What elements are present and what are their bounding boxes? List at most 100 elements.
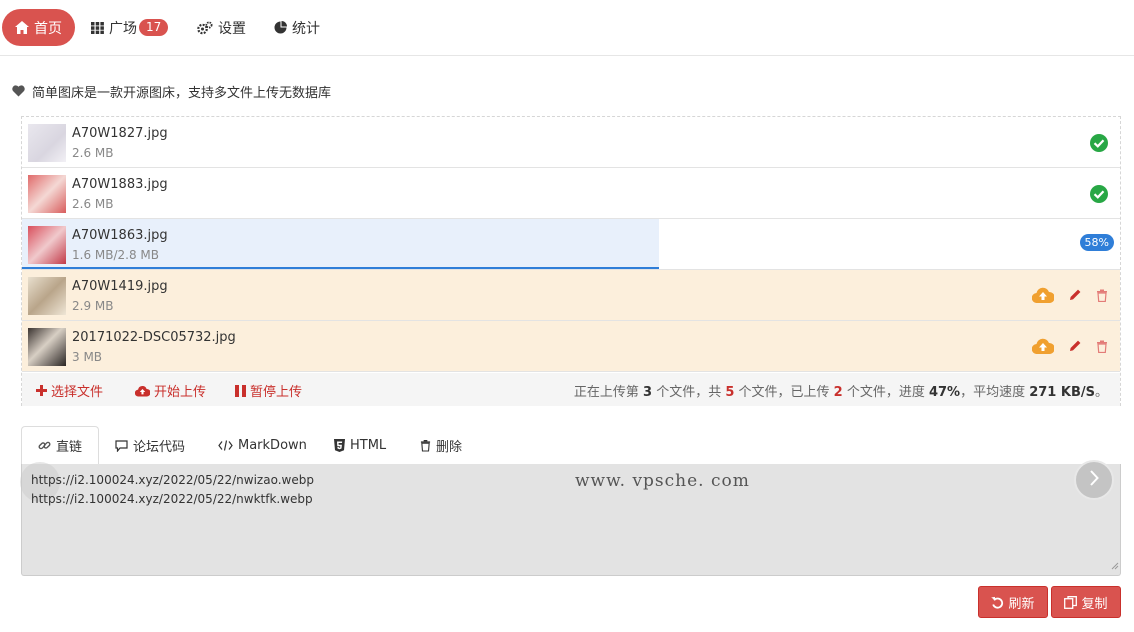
stats-text: 个文件，进度 [842,385,929,400]
stats-current: 3 [643,385,653,400]
file-thumbnail [28,328,66,366]
file-size: 1.6 MB/2.8 MB [72,248,160,262]
home-icon [15,21,29,34]
file-thumbnail [28,124,66,162]
link-icon [38,439,51,452]
chevron-right-icon [1089,470,1099,490]
file-actions [1031,287,1108,307]
start-upload-label: 开始上传 [154,385,207,400]
copy-icon [1064,595,1078,609]
output-link-line: https://i2.100024.xyz/2022/05/22/nwizao.… [31,473,314,487]
intro-text: 简单图床是一款开源图床，支持多文件上传无数据库 [32,85,332,101]
file-row-pending: 20171022-DSC05732.jpg 3 MB [22,321,1120,372]
trash-icon [420,439,431,452]
pause-upload-button[interactable]: 暂停上传 [235,381,302,400]
heart-icon [12,85,25,97]
file-actions [1031,338,1108,358]
copy-button[interactable]: 复制 [1051,586,1121,618]
carousel-next-button[interactable] [1074,460,1114,500]
output-format-tabs: 直链 论坛代码 MarkDown HTML 删除 [21,426,1121,465]
grid-icon [91,21,104,34]
check-circle-icon [1090,185,1108,207]
tab-label: 论坛代码 [133,440,186,455]
stats-text: 个文件，已上传 [734,385,834,400]
tab-label: 直链 [56,440,83,455]
nav-label-square: 广场 [109,20,137,37]
file-row-uploading: A70W1863.jpg 1.6 MB/2.8 MB 58% [22,219,1120,270]
copy-label: 复制 [1081,596,1108,612]
nav-item-settings[interactable]: 设置 [197,9,246,46]
top-nav: 首页 广场 17 设置 统计 [0,0,1134,56]
trash-icon[interactable] [1096,340,1108,357]
nav-item-square[interactable]: 广场 17 [91,9,169,46]
stats-speed: 271 KB/S [1029,385,1095,400]
nav-item-stats[interactable]: 统计 [274,9,320,46]
pie-chart-icon [274,21,287,34]
start-upload-button[interactable]: 开始上传 [135,381,206,400]
tab-forum-code[interactable]: 论坛代码 [99,426,201,465]
upload-stats: 正在上传第 3 个文件，共 5 个文件，已上传 2 个文件，进度 47%，平均速… [574,381,1108,400]
pause-icon [235,384,246,397]
cloud-upload-icon[interactable] [1031,287,1055,307]
file-row-pending: A70W1419.jpg 2.9 MB [22,270,1120,321]
link-output-textarea[interactable]: https://i2.100024.xyz/2022/05/22/nwizao.… [20,460,1121,576]
tab-label: HTML [350,438,387,453]
edit-pencil-icon[interactable] [1068,339,1082,357]
cloud-upload-icon [135,385,150,397]
refresh-icon [991,596,1004,609]
file-thumbnail [28,175,66,213]
file-name: A70W1883.jpg [72,177,168,192]
code-icon [218,440,233,451]
resize-handle-icon[interactable] [1111,559,1119,574]
file-name: A70W1827.jpg [72,126,168,141]
refresh-label: 刷新 [1008,596,1035,612]
choose-files-label: 选择文件 [51,385,104,400]
stats-progress: 47% [928,385,961,400]
file-thumbnail [28,226,66,264]
intro-notice: 简单图床是一款开源图床，支持多文件上传无数据库 [12,82,332,101]
nav-label-home: 首页 [34,20,62,37]
gears-icon [197,21,213,35]
stats-text: 。 [1094,385,1108,400]
upload-toolbar: 选择文件 开始上传 暂停上传 正在上传第 3 个文件，共 5 个文件，已上传 2… [22,373,1120,406]
tab-markdown[interactable]: MarkDown [202,426,323,465]
stats-text: ，平均速度 [960,385,1030,400]
progress-percent-badge: 58% [1079,234,1114,251]
edit-pencil-icon[interactable] [1068,288,1082,306]
file-name: A70W1863.jpg [72,228,168,243]
html5-icon [334,439,345,452]
upload-file-list: A70W1827.jpg 2.6 MB A70W1883.jpg 2.6 MB … [21,116,1121,406]
pause-upload-label: 暂停上传 [250,385,303,400]
output-link-line: https://i2.100024.xyz/2022/05/22/nwktfk.… [31,492,313,506]
tab-delete[interactable]: 删除 [404,426,478,465]
square-count-badge: 17 [139,19,169,36]
check-circle-icon [1090,134,1108,156]
file-size: 3 MB [72,350,103,364]
plus-icon [36,385,47,396]
file-row: A70W1827.jpg 2.6 MB [22,117,1120,168]
cloud-upload-icon[interactable] [1031,338,1055,358]
watermark-text: www. vpsche. com [575,471,750,491]
file-size: 2.6 MB [72,197,114,211]
choose-files-button[interactable]: 选择文件 [36,381,103,400]
tab-label: 删除 [436,440,463,455]
file-row: A70W1883.jpg 2.6 MB [22,168,1120,219]
nav-label-stats: 统计 [292,20,320,37]
file-name: 20171022-DSC05732.jpg [72,330,236,345]
file-size: 2.6 MB [72,146,114,160]
stats-text: 正在上传第 [573,385,644,400]
file-thumbnail [28,277,66,315]
file-size: 2.9 MB [72,299,114,313]
stats-uploaded: 2 [833,385,843,400]
tab-html[interactable]: HTML [318,426,402,465]
nav-item-home[interactable]: 首页 [2,9,75,46]
trash-icon[interactable] [1096,289,1108,306]
comment-icon [115,439,128,452]
file-status [1090,185,1108,207]
tab-direct-link[interactable]: 直链 [21,426,100,465]
tab-label: MarkDown [238,438,307,453]
nav-label-settings: 设置 [218,20,246,37]
refresh-button[interactable]: 刷新 [978,586,1048,618]
file-status [1090,134,1108,156]
stats-text: 个文件，共 [652,385,726,400]
